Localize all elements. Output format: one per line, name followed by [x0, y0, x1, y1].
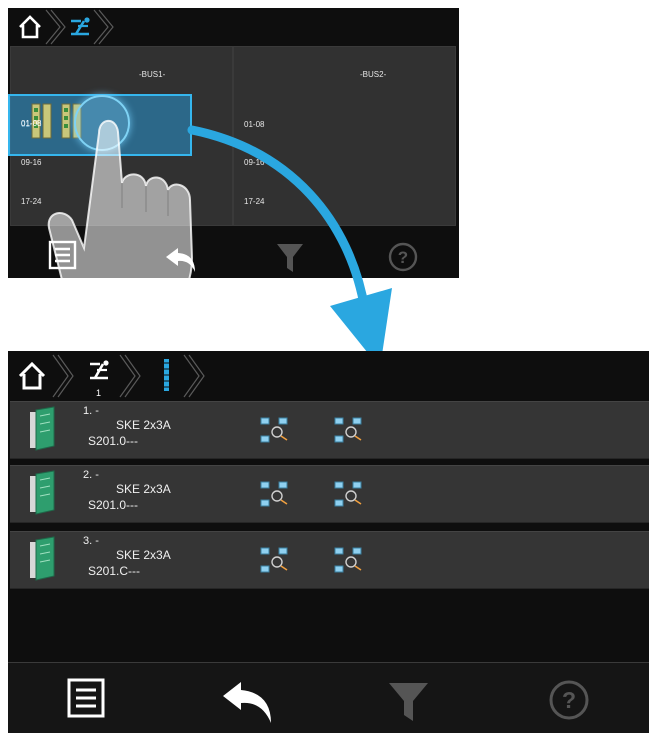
module-number: 2. - — [83, 469, 99, 481]
bus-index-label: 1 — [96, 388, 102, 398]
module-type: SKE 2x3A — [116, 418, 171, 432]
network-link-icon[interactable] — [260, 481, 288, 507]
network-link-icon[interactable] — [334, 481, 362, 507]
module-type: SKE 2x3A — [116, 482, 171, 496]
connection-icons — [260, 481, 362, 507]
top-breadcrumb-graphic — [19, 9, 114, 45]
bus1-slot-label: 17-24 — [21, 197, 42, 206]
module-code: S201.0--- — [88, 434, 139, 448]
bus2-title: -BUS2- — [360, 70, 387, 79]
transition-arrow — [187, 125, 392, 368]
list-item[interactable]: 2. - SKE 2x3A S201.0--- — [10, 465, 649, 523]
menu-icon[interactable] — [67, 678, 105, 718]
bottom-screen: 1 1. - SKE 2x3A S201.0--- 2. - SKE 2x3A … — [8, 351, 649, 733]
bus1-title: -BUS1- — [139, 70, 166, 79]
top-breadcrumb — [8, 8, 459, 46]
module-code: S201.0--- — [88, 498, 139, 512]
list-item[interactable]: 1. - SKE 2x3A S201.0--- — [10, 401, 649, 459]
help-icon[interactable]: ? — [549, 680, 589, 720]
network-link-icon[interactable] — [260, 547, 288, 573]
bus-icon[interactable] — [90, 360, 109, 380]
module-icon[interactable] — [164, 359, 169, 391]
module-number: 1. - — [83, 405, 99, 417]
drag-band-slot-label: 01-08 — [21, 119, 42, 128]
network-link-icon[interactable] — [260, 417, 288, 443]
bus1-slot-label: 09-16 — [21, 158, 42, 167]
module-card-icon — [30, 470, 55, 515]
svg-text:?: ? — [562, 687, 576, 713]
module-card-icon — [30, 406, 55, 451]
module-code: S201.C--- — [88, 564, 141, 578]
module-number: 3. - — [83, 535, 99, 547]
filter-icon[interactable] — [389, 683, 428, 721]
bottom-footer: ? — [8, 663, 649, 733]
bottom-breadcrumb — [18, 354, 205, 398]
network-link-icon[interactable] — [334, 547, 362, 573]
module-type: SKE 2x3A — [116, 548, 171, 562]
connection-icons — [260, 547, 362, 573]
home-icon[interactable] — [18, 361, 46, 390]
module-card-icon — [30, 536, 55, 581]
home-icon[interactable] — [19, 15, 41, 39]
back-icon[interactable] — [223, 682, 271, 723]
bus-icon[interactable] — [71, 17, 90, 36]
connection-icons — [260, 417, 362, 443]
bottom-footer-icons: ? — [67, 678, 589, 723]
list-item[interactable]: 3. - SKE 2x3A S201.C--- — [10, 531, 649, 589]
network-link-icon[interactable] — [334, 417, 362, 443]
